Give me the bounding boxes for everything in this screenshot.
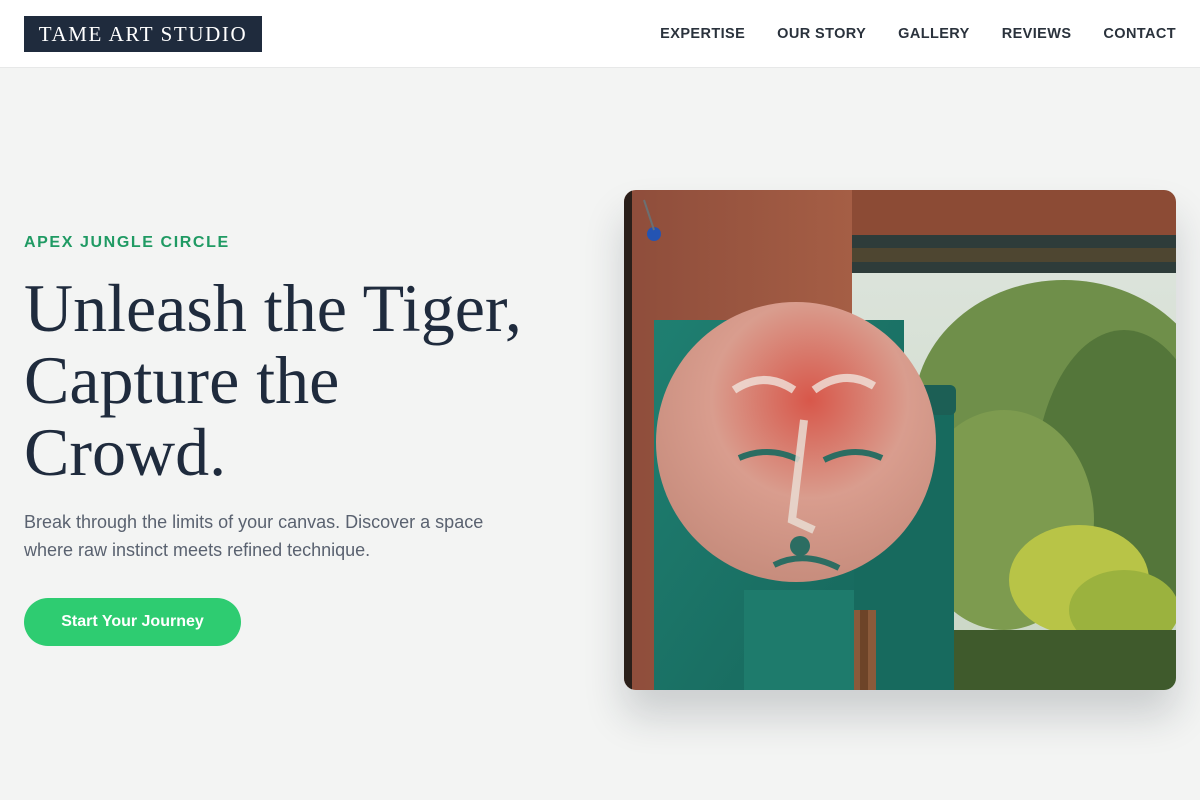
- nav-link-contact[interactable]: CONTACT: [1103, 26, 1176, 42]
- start-journey-button[interactable]: Start Your Journey: [24, 598, 241, 646]
- mural-photo: [624, 190, 1176, 690]
- hero-title-line-1: Unleash the Tiger,: [24, 270, 522, 346]
- nav-link-expertise[interactable]: EXPERTISE: [660, 26, 745, 42]
- nav-link-reviews[interactable]: REVIEWS: [1002, 26, 1072, 42]
- hero-eyebrow: APEX JUNGLE CIRCLE: [24, 234, 230, 251]
- main-nav: EXPERTISE OUR STORY GALLERY REVIEWS CONT…: [660, 0, 1176, 68]
- hero-title-line-2: Capture the: [24, 342, 340, 418]
- hero-title: Unleash the Tiger, Capture the Crowd.: [24, 272, 584, 488]
- hero-subtitle: Break through the limits of your canvas.…: [24, 512, 484, 560]
- site-logo[interactable]: TAME ART STUDIO: [24, 16, 262, 52]
- site-header: TAME ART STUDIO EXPERTISE OUR STORY GALL…: [0, 0, 1200, 68]
- hero-image: [624, 190, 1176, 690]
- nav-link-gallery[interactable]: GALLERY: [898, 26, 970, 42]
- nav-link-our-story[interactable]: OUR STORY: [777, 26, 866, 42]
- hero-title-line-3: Crowd.: [24, 414, 227, 490]
- hero-section: APEX JUNGLE CIRCLE Unleash the Tiger, Ca…: [24, 232, 584, 646]
